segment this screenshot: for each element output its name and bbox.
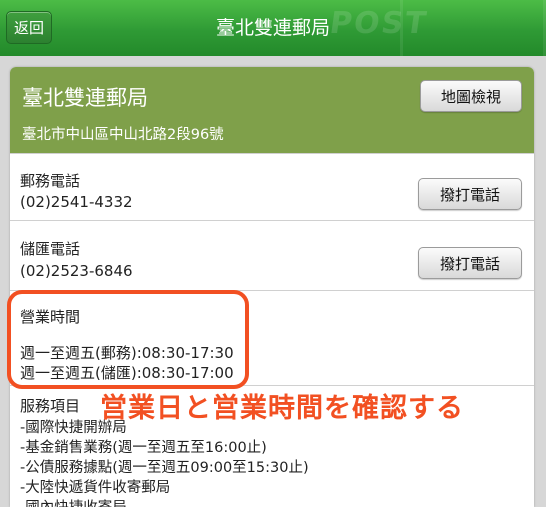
post-watermark: POST <box>327 6 431 41</box>
office-header: 臺北雙連郵局 臺北市中山區中山北路2段96號 地圖檢視 <box>10 67 534 153</box>
service-item: -大陸快遞貨件收寄郵局 <box>20 480 171 496</box>
call-postal-button[interactable]: 撥打電話 <box>418 178 522 210</box>
savings-phone-row: 儲匯電話 (02)2523-6846 撥打電話 <box>10 220 534 291</box>
app-bar: POST 返回 臺北雙連郵局 <box>0 0 546 56</box>
annotation-caption: 営業日と営業時間を確認する <box>100 393 464 424</box>
service-item: -國內快捷收寄局 <box>20 496 127 507</box>
postal-phone-row: 郵務電話 (02)2541-4332 撥打電話 <box>10 153 534 221</box>
savings-phone-number: (02)2523-6846 <box>20 262 133 280</box>
savings-phone-label: 儲匯電話 <box>20 240 81 258</box>
services-label: 服務項目 <box>20 397 81 415</box>
map-view-button[interactable]: 地圖檢視 <box>420 80 522 112</box>
post-office-card: 臺北雙連郵局 臺北市中山區中山北路2段96號 地圖檢視 郵務電話 (02)254… <box>10 67 534 507</box>
office-address: 臺北市中山區中山北路2段96號 <box>22 127 224 143</box>
postal-phone-label: 郵務電話 <box>20 172 81 190</box>
service-item: -基金銷售業務(週一至週五至16:00止) <box>20 440 267 456</box>
hours-highlight-box <box>7 290 249 389</box>
call-savings-button[interactable]: 撥打電話 <box>418 247 522 279</box>
service-item: -公債服務據點(週一至週五09:00至15:30止) <box>20 460 309 476</box>
office-name: 臺北雙連郵局 <box>22 86 148 110</box>
postal-phone-number: (02)2541-4332 <box>20 193 133 211</box>
back-button[interactable]: 返回 <box>6 11 52 44</box>
